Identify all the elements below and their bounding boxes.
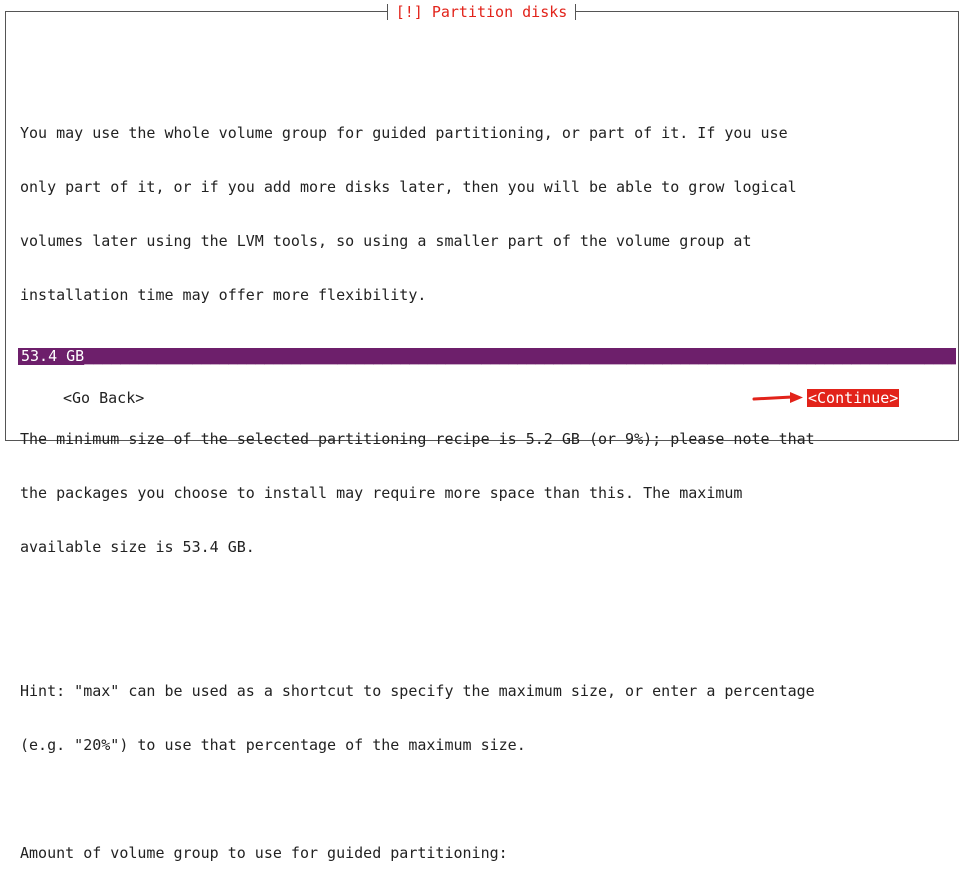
input-underscore-fill: ________________________________________…: [84, 348, 956, 365]
text-line: You may use the whole volume group for g…: [20, 124, 788, 142]
paragraph-lvm-info: You may use the whole volume group for g…: [20, 88, 950, 340]
go-back-button[interactable]: <Go Back>: [63, 389, 144, 407]
dialog-title-bar: [!] Partition disks: [386, 3, 577, 21]
input-prompt: Amount of volume group to use for guided…: [20, 844, 508, 862]
dialog-title-wrap: [!] Partition disks: [0, 3, 963, 21]
text-line: installation time may offer more flexibi…: [20, 286, 427, 304]
continue-button[interactable]: <Continue>: [807, 389, 900, 407]
volume-amount-input[interactable]: 53.4 GB_________________________________…: [18, 348, 956, 365]
dialog-title: [!] Partition disks: [395, 3, 568, 21]
text-line: the packages you choose to install may r…: [20, 484, 743, 502]
paragraph-size-info: The minimum size of the selected partiti…: [20, 394, 950, 592]
title-right-divider: [575, 4, 577, 20]
text-line: (e.g. "20%") to use that percentage of t…: [20, 736, 526, 754]
text-line: available size is 53.4 GB.: [20, 538, 255, 556]
text-line: only part of it, or if you add more disk…: [20, 178, 797, 196]
text-line: The minimum size of the selected partiti…: [20, 430, 815, 448]
volume-amount-value: 53.4 GB: [21, 348, 85, 365]
dialog-content: You may use the whole volume group for g…: [20, 52, 950, 880]
paragraph-hint: Hint: "max" can be used as a shortcut to…: [20, 646, 950, 790]
text-line: Hint: "max" can be used as a shortcut to…: [20, 682, 815, 700]
red-arrow-icon: [752, 392, 803, 403]
button-row: <Go Back> <Continue>: [0, 388, 963, 408]
text-line: volumes later using the LVM tools, so us…: [20, 232, 752, 250]
